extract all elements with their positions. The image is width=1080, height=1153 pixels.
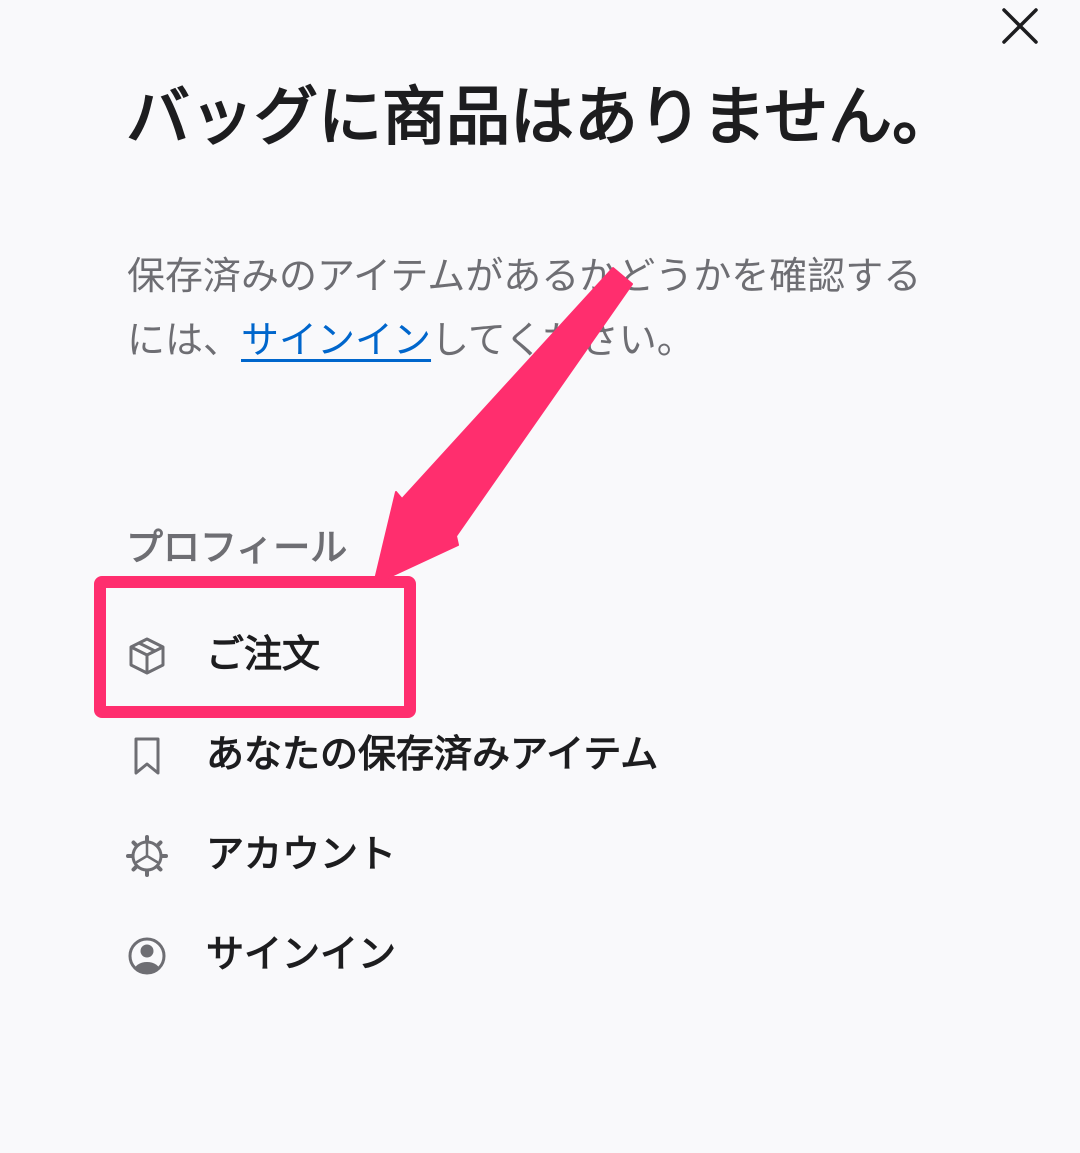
- close-icon: [1002, 8, 1038, 44]
- page-title: バッグに商品はありません。: [126, 81, 957, 155]
- bookmark-icon: [126, 735, 168, 777]
- gear-icon: [126, 835, 168, 877]
- menu-item-orders[interactable]: ご注文: [126, 600, 658, 700]
- menu-item-sign-in[interactable]: サインイン: [126, 900, 658, 1000]
- package-icon: [126, 635, 168, 677]
- close-button[interactable]: [992, 0, 1048, 56]
- profile-section-label: プロフィール: [126, 526, 348, 569]
- menu-item-label: ご注文: [206, 631, 321, 676]
- sign-in-link[interactable]: サインイン: [241, 318, 431, 362]
- menu-item-label: アカウント: [206, 831, 397, 876]
- empty-bag-message: 保存済みのアイテムがあるかどうかを確認するには、サインインしてください。: [127, 244, 947, 372]
- message-text-after: してください。: [431, 318, 695, 362]
- user-circle-icon: [126, 935, 168, 977]
- menu-item-account[interactable]: アカウント: [126, 800, 658, 900]
- menu-item-saved-items[interactable]: あなたの保存済みアイテム: [126, 700, 658, 800]
- menu-item-label: あなたの保存済みアイテム: [206, 731, 659, 776]
- menu-item-label: サインイン: [206, 931, 397, 976]
- profile-menu: ご注文 あなたの保存済みアイテム アカウント サインイン: [126, 600, 658, 1000]
